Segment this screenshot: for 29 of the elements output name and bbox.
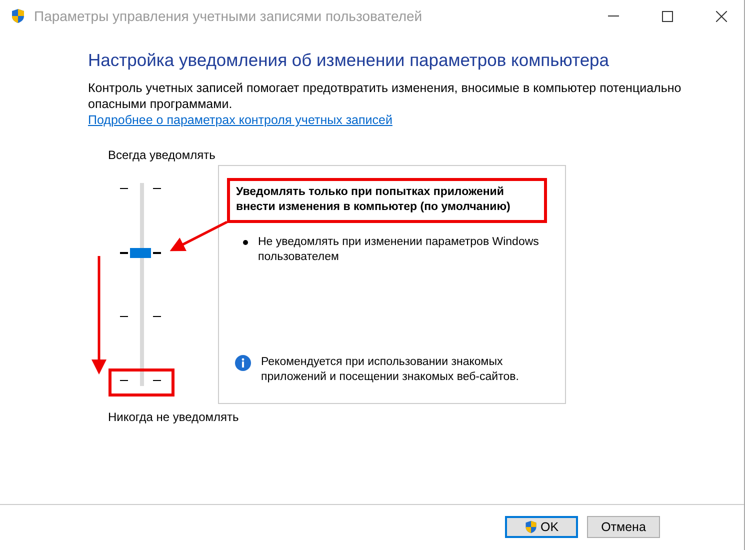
level-title: Уведомлять только при попытках приложений внести изменения в компьютер (по умолчанию) (236, 185, 512, 215)
tick-mark (120, 316, 128, 317)
bullet-text: Не уведомлять при изменении параметров Windows пользователем (258, 235, 540, 265)
bullet-icon (243, 240, 248, 245)
close-icon (716, 10, 726, 22)
tick-mark (120, 252, 128, 254)
ok-button[interactable]: OK (505, 516, 578, 538)
tick-mark (120, 188, 128, 189)
tick-mark (120, 380, 128, 381)
tick-mark (153, 188, 161, 189)
slider-thumb[interactable] (130, 248, 151, 258)
cancel-button[interactable]: Отмена (587, 516, 660, 538)
tick-mark (153, 316, 161, 317)
info-text: Рекомендуется при использовании знакомых приложений и посещении знакомых веб-сайтов. (261, 355, 520, 385)
help-link[interactable]: Подробнее о параметрах контроля учетных записей (88, 112, 392, 128)
shield-icon (10, 8, 26, 24)
description-text: Контроль учетных записей помогает предотвратить изменения, вносимые в компьютер потенциально опасными программами. (88, 80, 682, 112)
shield-icon (524, 520, 538, 534)
page-heading: Настройка уведомления об изменении параметров компьютера (88, 50, 610, 71)
slider-top-label: Всегда уведомлять (108, 148, 216, 162)
maximize-icon (662, 10, 672, 22)
highlight-frame (108, 368, 174, 396)
tick-mark (153, 252, 161, 254)
tick-mark (153, 380, 161, 381)
window-title: Параметры управления учетными записями пользователей (34, 8, 424, 24)
slider-bottom-label: Никогда не уведомлять (108, 410, 239, 424)
info-icon (235, 355, 251, 371)
slider-track[interactable] (140, 183, 144, 386)
minimize-icon (608, 15, 618, 17)
